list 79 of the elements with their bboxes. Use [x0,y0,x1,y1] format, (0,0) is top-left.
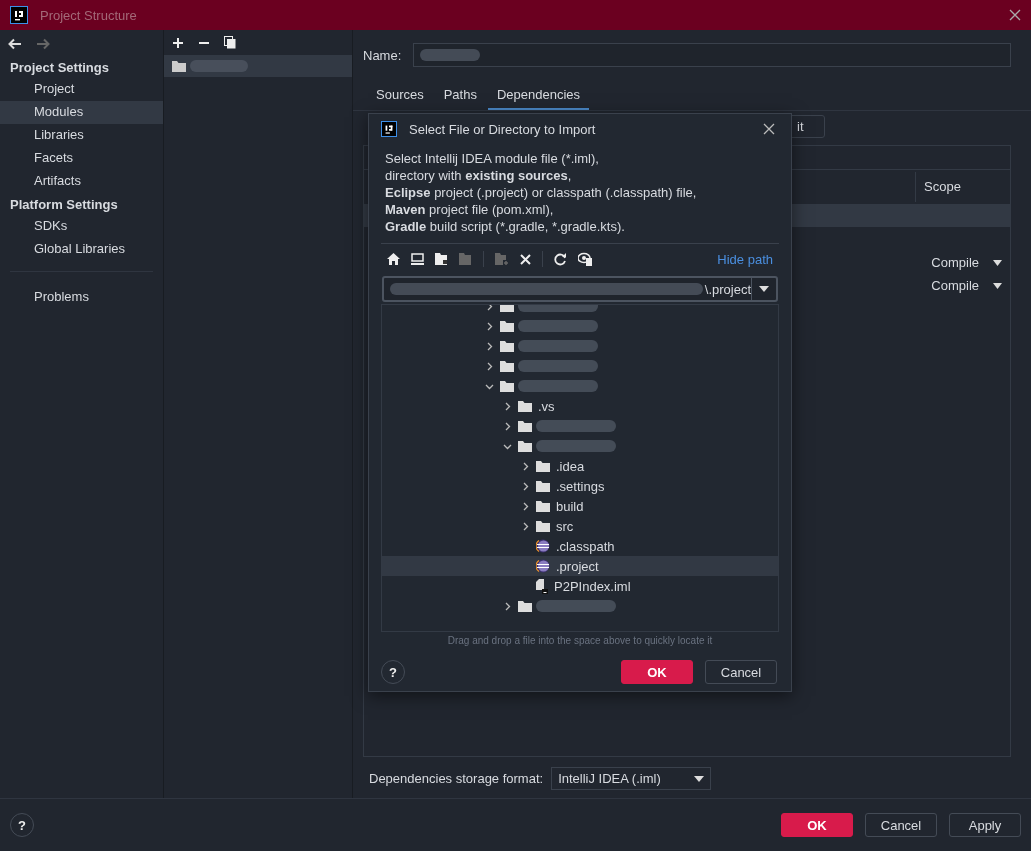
apply-button[interactable]: Apply [949,813,1021,837]
section-header: Platform Settings [9,196,119,214]
app-logo-icon [381,121,397,137]
sidebar-item[interactable]: Problems [0,286,163,309]
column-header: Scope [915,172,1010,202]
path-field[interactable]: \.project [382,276,778,302]
ok-button[interactable]: OK [621,660,693,684]
folder-icon [172,60,186,72]
storage-format-label: Dependencies storage format: [369,771,544,786]
refresh-icon[interactable] [554,252,567,266]
back-arrow-icon[interactable] [8,38,22,50]
sidebar-item[interactable]: Global Libraries [0,238,163,261]
description-text: Maven project file (pom.xml), [385,201,555,218]
tab[interactable]: Paths [434,81,486,110]
close-icon[interactable] [1009,9,1021,21]
dropdown-arrow-icon [694,775,705,782]
description-text: directory with existing sources, [385,167,573,184]
folder-icon [536,500,550,512]
folder-icon [500,320,514,332]
desktop-icon[interactable] [411,253,424,265]
folder-icon [500,340,514,352]
dialog-title: Select File or Directory to Import [409,121,596,137]
hide-path-link[interactable]: Hide path [717,251,773,267]
scope-dropdown[interactable]: Compile [931,278,1002,293]
description-text: Select Intellij IDEA module file (*.iml), [385,150,600,167]
new-folder-icon [495,253,509,265]
folder-icon [500,360,514,372]
home-icon[interactable] [387,253,400,265]
show-hidden-icon[interactable] [578,252,593,266]
folder-icon [500,380,514,392]
storage-format-dropdown[interactable]: IntelliJ IDEA (.iml) [551,767,712,790]
tree-row[interactable]: src [382,516,778,536]
tree-row[interactable]: .vs [382,396,778,416]
drop-hint: Drag and drop a file into the space above to quickly locate it [446,635,714,646]
forward-arrow-icon[interactable] [36,38,50,50]
section-header: Project Settings [9,59,110,77]
eclipse-icon [536,539,550,553]
delete-icon[interactable] [520,253,531,265]
tree-row[interactable]: .idea [382,456,778,476]
module-item[interactable] [164,55,352,77]
folder-icon [518,420,532,432]
cancel-button[interactable]: Cancel [705,660,777,684]
dropdown-arrow-icon[interactable] [759,286,770,292]
tree-row[interactable]: P2PIndex.iml [382,576,778,596]
sidebar-item[interactable]: Artifacts [0,170,163,193]
folder-icon [536,520,550,532]
sidebar-item[interactable]: Libraries [0,124,163,147]
folder-icon [536,480,550,492]
folder-icon [518,400,532,412]
sidebar-item[interactable]: Project [0,78,163,101]
dropdown-arrow-icon [993,282,1002,289]
tree-row[interactable]: .classpath [382,536,778,556]
module-folder-icon [459,253,472,265]
window-title: Project Structure [40,7,137,23]
name-label: Name: [363,47,402,63]
folder-icon [536,460,550,472]
close-icon[interactable] [763,123,775,135]
project-folder-icon[interactable] [435,253,448,265]
folder-icon [518,600,532,612]
folder-icon [518,440,532,452]
tree-row[interactable]: build [382,496,778,516]
copy-icon[interactable] [224,36,236,49]
description-text: Gradle build script (*.gradle, *.gradle.kts). [385,218,626,235]
dropdown-arrow-icon [993,259,1002,266]
tab[interactable]: Sources [367,81,433,110]
scope-dropdown[interactable]: Compile [931,255,1002,270]
tree-row[interactable]: .settings [382,476,778,496]
cancel-button[interactable]: Cancel [865,813,937,837]
description-text: Eclipse project (.project) or classpath (.classpath) file, [385,184,698,201]
ok-button[interactable]: OK [781,813,853,837]
module-file-icon [536,578,548,594]
sidebar-item[interactable]: Modules [0,101,163,124]
eclipse-icon [536,559,550,573]
tree-row[interactable]: .project [382,556,778,576]
sidebar-item[interactable]: Facets [0,147,163,170]
app-logo-icon [10,6,28,24]
sidebar-item[interactable]: SDKs [0,215,163,238]
add-icon[interactable] [172,36,184,49]
name-field[interactable] [413,43,1011,67]
